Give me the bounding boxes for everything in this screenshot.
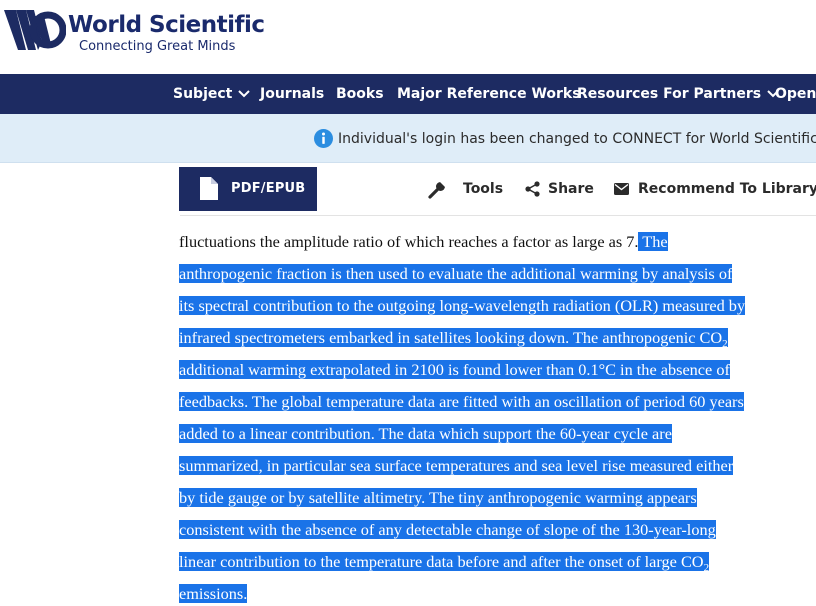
abstract-line: emissions.	[179, 584, 248, 603]
abstract-line: added to a linear contribution. The data…	[179, 424, 672, 443]
brand-tagline: Connecting Great Minds	[79, 39, 236, 54]
pdf-epub-label: PDF/EPUB	[231, 181, 306, 196]
tools-button[interactable]: Tools	[428, 167, 503, 211]
abstract-line: infrared spectrometers embarked in satel…	[179, 328, 728, 350]
nav-item-label: Resources For Partners	[577, 86, 762, 102]
wrench-icon	[428, 182, 445, 199]
info-icon	[314, 129, 333, 148]
recommend-label: Recommend To Library	[638, 181, 816, 197]
site-header: World Scientific Connecting Great Minds	[0, 0, 816, 74]
share-icon	[525, 181, 540, 197]
abstract-line: feedbacks. The global temperature data a…	[179, 392, 744, 411]
share-button[interactable]: Share	[525, 167, 594, 211]
abstract-line: consistent with the absence of any detec…	[179, 520, 716, 539]
chevron-down-icon	[238, 90, 251, 98]
nav-item-major-reference-works[interactable]: Major Reference Works	[397, 74, 581, 114]
abstract-line: by tide gauge or by satellite altimetry.…	[179, 488, 697, 507]
abstract-line: summarized, in particular sea surface te…	[179, 456, 734, 475]
share-label: Share	[548, 181, 594, 197]
abstract-line: additional warming extrapolated in 2100 …	[179, 360, 730, 379]
tools-label: Tools	[463, 181, 504, 197]
nav-item-label: Subject	[173, 86, 233, 102]
recommend-to-library-button[interactable]: Recommend To Library	[614, 167, 816, 211]
nav-item-journals[interactable]: Journals	[260, 74, 324, 114]
nav-item-label: Books	[336, 86, 384, 102]
nav-item-label: Open	[775, 86, 816, 102]
banner-message: Individual's login has been changed to C…	[338, 131, 816, 147]
abstract-line: its spectral contribution to the outgoin…	[179, 296, 746, 315]
pdf-epub-button[interactable]: PDF/EPUB	[179, 167, 317, 211]
nav-item-subject[interactable]: Subject	[173, 74, 251, 114]
abstract-line: fluctuations the amplitude ratio of whic…	[179, 232, 668, 251]
main-nav: Subject Journals Books Major Reference W…	[0, 74, 816, 114]
nav-item-books[interactable]: Books	[336, 74, 384, 114]
abstract-line: anthropogenic fraction is then used to e…	[179, 264, 733, 283]
brand-name[interactable]: World Scientific	[68, 12, 265, 38]
nav-item-open[interactable]: Open	[775, 74, 816, 114]
envelope-icon	[614, 183, 629, 195]
world-scientific-logo-icon[interactable]	[4, 4, 66, 56]
nav-item-resources-for-partners[interactable]: Resources For Partners	[577, 74, 779, 114]
abstract-text: fluctuations the amplitude ratio of whic…	[179, 216, 816, 606]
nav-item-label: Major Reference Works	[397, 86, 581, 102]
info-banner: Individual's login has been changed to C…	[0, 114, 816, 163]
document-icon	[200, 177, 218, 200]
nav-item-label: Journals	[260, 86, 325, 102]
abstract-line: linear contribution to the temperature d…	[179, 552, 710, 574]
